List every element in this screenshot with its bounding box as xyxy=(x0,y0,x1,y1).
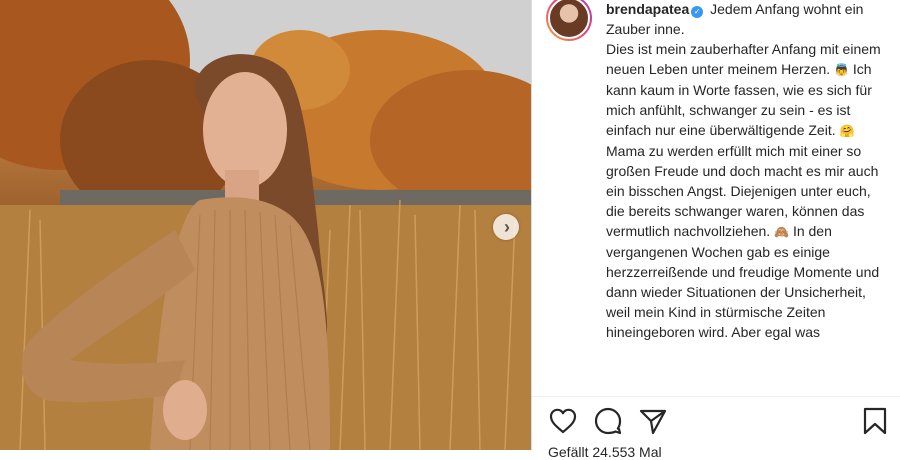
share-button[interactable] xyxy=(638,406,668,436)
post-photo[interactable]: › xyxy=(0,0,531,450)
comment-icon xyxy=(594,407,622,435)
chevron-right-icon: › xyxy=(504,217,510,237)
monkey-emoji-icon: 🙈 xyxy=(774,225,790,239)
save-button[interactable] xyxy=(860,406,890,436)
post-caption: brendapatea ✓ Jedem Anfang wohnt ein Zaub… xyxy=(606,0,886,389)
panel-divider xyxy=(531,0,532,450)
angel-emoji-icon: 👼 xyxy=(834,63,849,77)
like-button[interactable] xyxy=(548,406,578,436)
username-link[interactable]: brendapatea xyxy=(606,1,689,17)
avatar-image xyxy=(548,0,590,39)
hug-emoji-icon: 🤗 xyxy=(839,124,855,138)
actions-divider xyxy=(532,396,900,397)
next-photo-button[interactable]: › xyxy=(493,214,519,240)
heart-icon xyxy=(549,408,577,434)
comment-button[interactable] xyxy=(593,406,623,436)
send-icon xyxy=(639,409,667,435)
verified-badge-icon: ✓ xyxy=(691,6,704,18)
bookmark-icon xyxy=(863,407,887,435)
caption-paragraph-4: In den vergangenen Wochen gab es einige … xyxy=(606,223,880,340)
likes-count[interactable]: Gefällt 24.553 Mal xyxy=(548,444,662,460)
caption-paragraph-3: Mama zu werden erfüllt mich mit einer so… xyxy=(606,143,879,239)
photo-illustration xyxy=(0,0,531,450)
